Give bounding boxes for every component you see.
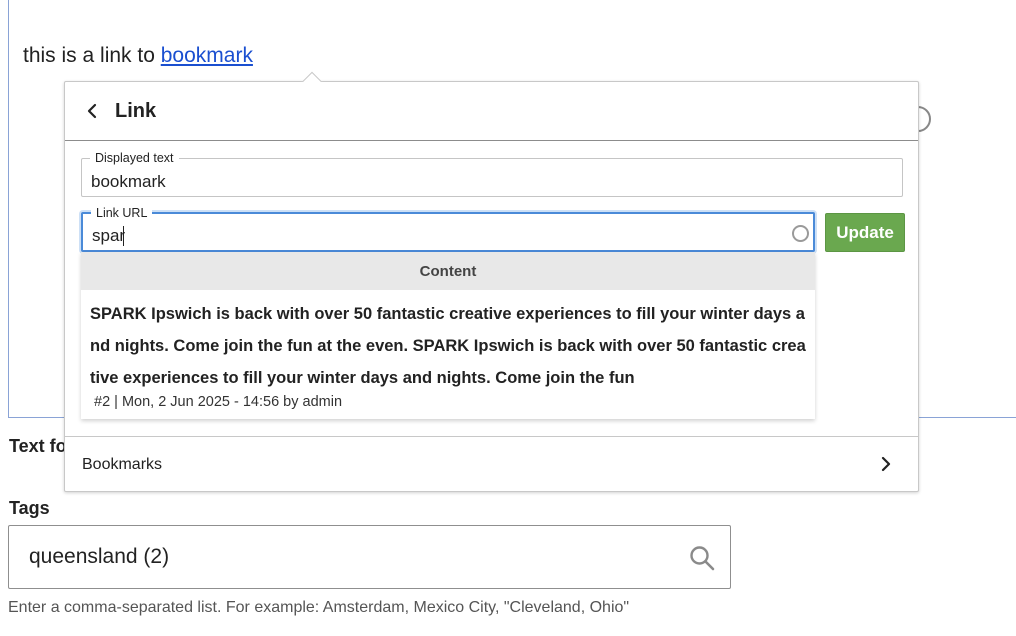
- tags-input-value: queensland (2): [29, 545, 170, 568]
- chevron-right-icon: [881, 456, 891, 472]
- tags-description: Enter a comma-separated list. For exampl…: [8, 599, 630, 616]
- update-button[interactable]: Update: [825, 213, 905, 252]
- autocomplete-group-header: Content: [81, 252, 815, 290]
- tags-label: Tags: [9, 498, 50, 518]
- balloon-title: Link: [115, 99, 157, 122]
- bookmarks-label: Bookmarks: [82, 455, 163, 473]
- editor-text: this is a link to: [23, 44, 161, 67]
- text-format-label: Text fo: [9, 436, 67, 456]
- loading-spinner-icon: [792, 225, 809, 242]
- autocomplete-item-title: SPARK Ipswich is back with over 50 fanta…: [90, 305, 806, 387]
- editor-paragraph[interactable]: this is a link to bookmark: [23, 44, 253, 68]
- chevron-left-icon: [87, 103, 97, 119]
- tags-input[interactable]: queensland (2): [8, 525, 731, 589]
- link-url-input[interactable]: [83, 214, 813, 250]
- displayed-text-input[interactable]: [82, 159, 902, 196]
- balloon-arrow: [301, 70, 323, 82]
- back-button[interactable]: [65, 82, 115, 141]
- balloon-header: Link: [65, 82, 918, 141]
- link-url-field[interactable]: Link URL: [81, 206, 815, 252]
- search-icon: [690, 546, 715, 571]
- autocomplete-item-meta: #2 | Mon, 2 Jun 2025 - 14:56 by admin: [94, 394, 343, 410]
- bookmarks-button[interactable]: Bookmarks: [65, 436, 918, 492]
- autocomplete-dropdown: Content SPARK Ipswich is back with over …: [81, 252, 815, 419]
- displayed-text-field[interactable]: Displayed text: [81, 151, 903, 197]
- text-caret: [123, 226, 124, 246]
- link-balloon: Link Displayed text Link URL Update Cont…: [64, 81, 919, 492]
- autocomplete-item[interactable]: SPARK Ipswich is back with over 50 fanta…: [81, 290, 815, 410]
- editor-link[interactable]: bookmark: [161, 44, 253, 67]
